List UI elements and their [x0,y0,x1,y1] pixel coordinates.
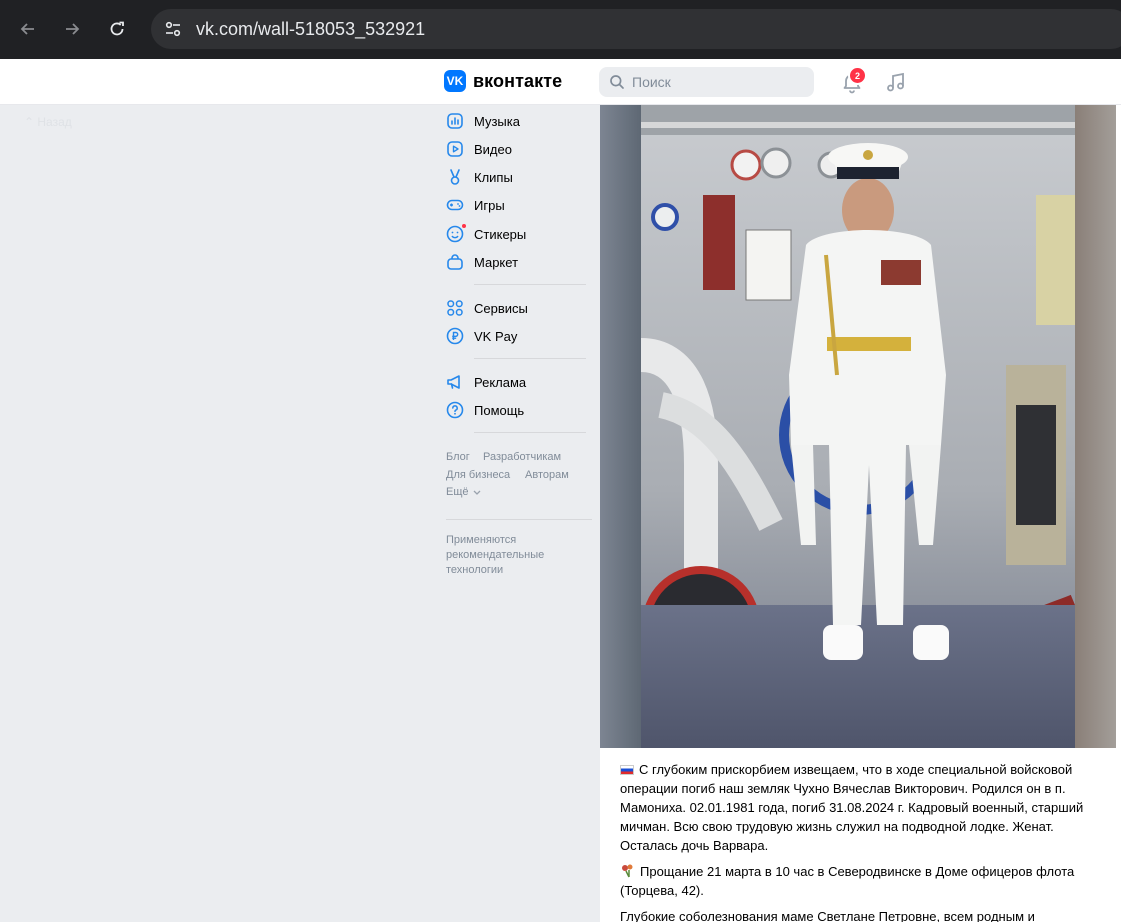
search-input[interactable] [632,67,807,97]
megaphone-icon [447,375,460,389]
vk-logo[interactable]: VK вконтакте [444,70,562,92]
menu-label: Сервисы [474,300,528,316]
faded-back-link[interactable]: ⌃ Назад [24,115,72,129]
menu-item-music[interactable]: Музыка [445,109,595,133]
footer-divider [446,519,592,520]
footer-link-authors[interactable]: Авторам [525,469,569,481]
menu-label: Клипы [474,169,513,185]
menu-label: VK Pay [474,328,518,344]
post-paragraph: Прощание 21 марта в 10 час в Северодвинс… [620,862,1100,900]
menu-item-market[interactable]: Маркет [445,250,595,274]
site-settings-icon[interactable] [161,17,185,41]
footer-more-button[interactable]: Ещё [446,486,482,498]
menu-label: Стикеры [474,226,527,242]
menu-item-clips[interactable]: Клипы [445,165,595,189]
site-header: VK вконтакте 2 [0,59,1121,105]
new-indicator-dot [461,223,467,229]
menu-label: Видео [474,141,512,157]
gamepad-icon [446,199,464,211]
menu-item-vk-pay[interactable]: VK Pay [445,324,595,348]
music-chart-icon [447,113,463,129]
menu-divider [474,432,586,433]
menu-label: Музыка [474,113,520,129]
post-paragraph: С глубоким прискорбием извещаем, что в х… [620,760,1100,855]
post-photo[interactable] [600,105,1116,748]
back-button[interactable] [13,14,43,44]
arrow-left-icon [20,23,34,35]
post-paragraph-text: С глубоким прискорбием извещаем, что в х… [620,762,1084,853]
russian-flag-icon [620,765,634,775]
footer-link-business[interactable]: Для бизнеса [446,469,510,481]
search-box[interactable] [599,67,814,97]
notification-badge: 2 [848,66,867,85]
forward-button[interactable] [57,14,87,44]
footer-link-developers[interactable]: Разработчикам [483,451,561,463]
menu-label: Игры [474,197,505,213]
menu-item-services[interactable]: Сервисы [445,296,595,320]
menu-item-games[interactable]: Игры [445,193,595,217]
footer-link-blog[interactable]: Блог [446,451,470,463]
vk-logo-icon: VK [444,70,466,92]
services-grid-icon [447,300,463,316]
video-icon [447,141,463,157]
menu-label: Реклама [474,374,527,390]
photo-blur-left [600,105,641,748]
post-paragraph-text: Прощание 21 марта в 10 час в Северодвинс… [620,864,1075,898]
reload-button[interactable] [102,14,132,44]
address-bar[interactable]: vk.com/wall-518053_532921 [151,9,1121,49]
clips-icon [450,169,460,185]
officer-photo-image [641,105,1075,748]
post-text: С глубоким прискорбием извещаем, что в х… [620,760,1100,922]
reload-icon [110,21,124,36]
menu-divider [474,284,586,285]
menu-label: Маркет [474,254,519,270]
arrow-right-icon [66,23,80,35]
flowers-emoji-icon [622,864,633,878]
music-player-icon[interactable] [884,70,908,94]
menu-item-help[interactable]: Помощь [445,398,595,422]
menu-item-stickers[interactable]: Стикеры [445,222,595,246]
wall-post: С глубоким прискорбием извещаем, что в х… [600,105,1121,922]
chevron-down-icon [473,490,480,495]
logo-text: вконтакте [473,70,563,91]
search-icon [610,75,624,89]
menu-label: Помощь [474,402,525,418]
post-paragraph: Глубокие соболезнования маме Светлане Пе… [620,907,1100,922]
footer-more-label: Ещё [446,486,469,498]
vk-pay-icon [446,327,464,345]
browser-toolbar: vk.com/wall-518053_532921 [0,0,1121,59]
menu-item-ads[interactable]: Реклама [445,370,595,394]
post-paragraph-text: Глубокие соболезнования маме Светлане Пе… [620,909,1035,922]
menu-divider [474,358,586,359]
url-text: vk.com/wall-518053_532921 [196,19,426,39]
recommendation-note[interactable]: Применяются рекомендательные технологии [446,533,576,578]
help-icon [446,401,464,419]
photo-blur-right [1075,105,1116,748]
menu-item-video[interactable]: Видео [445,137,595,161]
market-bag-icon [447,254,463,270]
